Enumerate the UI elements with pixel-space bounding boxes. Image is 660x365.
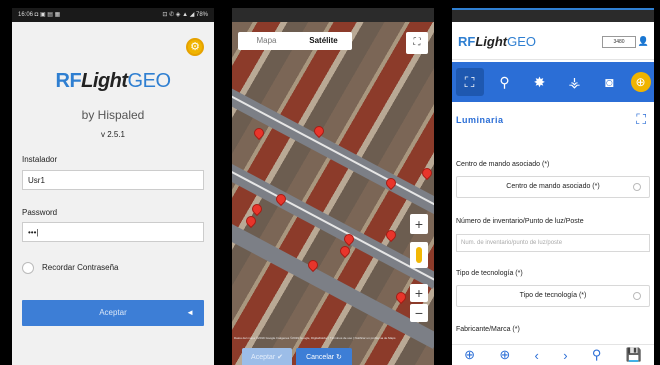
logo-geo: GEO: [127, 70, 171, 92]
main-toolbar: ⛶ ⚲ ✸ ⚶ ◙ ⊕: [452, 62, 654, 102]
map-attribution: Datos del mapa ©2019 Google Imágenes ©20…: [234, 336, 396, 340]
add-target-icon[interactable]: ⊕: [499, 347, 510, 363]
password-label: Password: [22, 208, 58, 217]
camera-icon[interactable]: ◙: [596, 68, 624, 96]
zoom-in-button-top[interactable]: +: [410, 214, 428, 234]
settings-gear-icon[interactable]: ⚙: [186, 38, 204, 56]
screenshot-triptych: 16:06 ◘ ▣ ▤ ▦ ⊡ ✆ ◈ ▲ ◢ 78% ⚙ RFLightGEO…: [0, 0, 660, 365]
accept-button[interactable]: Aceptar ◄: [22, 300, 204, 326]
light-burst-icon[interactable]: ✸: [526, 68, 554, 96]
fabricante-label: Fabricante/Marca (*): [456, 326, 520, 333]
section-fullscreen-icon[interactable]: ⛶: [636, 111, 646, 128]
zoom-in-button[interactable]: +: [410, 284, 428, 302]
tecnologia-select-value: Tipo de tecnología (*): [519, 292, 587, 299]
status-left: 16:06 ◘ ▣ ▤ ▦: [18, 12, 61, 18]
status-bar: [452, 8, 654, 22]
tab-satelite[interactable]: Satélite: [295, 32, 352, 50]
fullscreen-icon[interactable]: ⛶: [406, 32, 428, 54]
status-right: ⊡ ✆ ◈ ▲ ◢ 78%: [162, 12, 208, 18]
street-view-pegman-icon[interactable]: [410, 242, 428, 268]
map-accept-button[interactable]: Aceptar ✔: [242, 348, 292, 365]
password-input[interactable]: •••|: [22, 222, 204, 242]
logo-geo: GEO: [507, 34, 537, 49]
user-id-box[interactable]: 3480: [602, 36, 636, 48]
chevron-right-icon[interactable]: ›: [563, 348, 567, 363]
user-icon[interactable]: 👤: [638, 36, 649, 47]
centro-label: Centro de mando asociado (*): [456, 161, 550, 168]
centro-select[interactable]: Centro de mando asociado (*): [456, 176, 650, 198]
tab-mapa[interactable]: Mapa: [238, 32, 295, 50]
globe-icon[interactable]: ⊕: [630, 72, 651, 92]
zoom-out-button[interactable]: −: [410, 304, 428, 322]
logo-rf: RF: [458, 34, 476, 49]
tecnologia-select[interactable]: Tipo de tecnología (*): [456, 285, 650, 307]
location-pin-icon[interactable]: ⚲: [491, 68, 519, 96]
add-circle-icon[interactable]: ⊕: [464, 347, 475, 363]
select-radio-icon: [633, 183, 641, 191]
remember-checkbox[interactable]: [22, 262, 34, 274]
map-cancel-button[interactable]: Cancelar ↻: [296, 348, 352, 365]
lightbulb-icon[interactable]: ⚶: [561, 68, 589, 96]
search-icon[interactable]: ⚲: [592, 347, 602, 363]
inventario-label: Número de inventario/Punto de luz/Poste: [456, 218, 584, 225]
status-bar: [232, 8, 434, 22]
tecnologia-label: Tipo de tecnología (*): [456, 270, 523, 277]
chevron-left-icon[interactable]: ‹: [535, 348, 539, 363]
save-icon[interactable]: 💾: [626, 347, 642, 363]
select-radio-icon: [633, 292, 641, 300]
by-hispaled: by Hispaled: [81, 108, 145, 122]
arrow-left-icon: ◄: [186, 308, 194, 317]
remember-label: Recordar Contraseña: [42, 263, 119, 272]
installer-input[interactable]: Usr1: [22, 170, 204, 190]
section-title: Luminaria: [456, 115, 504, 125]
app-logo: RFLightGEO: [12, 70, 214, 93]
centro-select-value: Centro de mando asociado (*): [506, 183, 600, 190]
luminaria-form-screen: RFLightGEO 3480 👤 ⛶ ⚲ ✸ ⚶ ◙ ⊕ Luminaria …: [452, 8, 654, 365]
app-header: RFLightGEO 3480 👤: [452, 22, 654, 60]
fullscreen-tool-icon[interactable]: ⛶: [455, 68, 484, 96]
installer-label: Instalador: [22, 155, 58, 164]
login-screen: 16:06 ◘ ▣ ▤ ▦ ⊡ ✆ ◈ ▲ ◢ 78% ⚙ RFLightGEO…: [12, 8, 214, 365]
accept-label: Aceptar: [99, 308, 127, 317]
map-type-tabs: Mapa Satélite: [238, 32, 352, 50]
app-logo: RFLightGEO: [458, 34, 536, 49]
logo-light: Light: [81, 70, 128, 92]
logo-light: Light: [475, 34, 508, 49]
map-screen: Mapa Satélite ⛶ + + − Datos del mapa ©20…: [232, 8, 434, 365]
version-label: v 2.5.1: [100, 130, 125, 139]
inventario-input[interactable]: Num. de inventario/punto de luz/poste: [456, 234, 650, 252]
logo-rf: RF: [55, 70, 82, 92]
bottom-action-bar: ⊕ ⊕ ‹ › ⚲ 💾: [452, 344, 654, 365]
status-bar: 16:06 ◘ ▣ ▤ ▦ ⊡ ✆ ◈ ▲ ◢ 78%: [12, 8, 214, 22]
